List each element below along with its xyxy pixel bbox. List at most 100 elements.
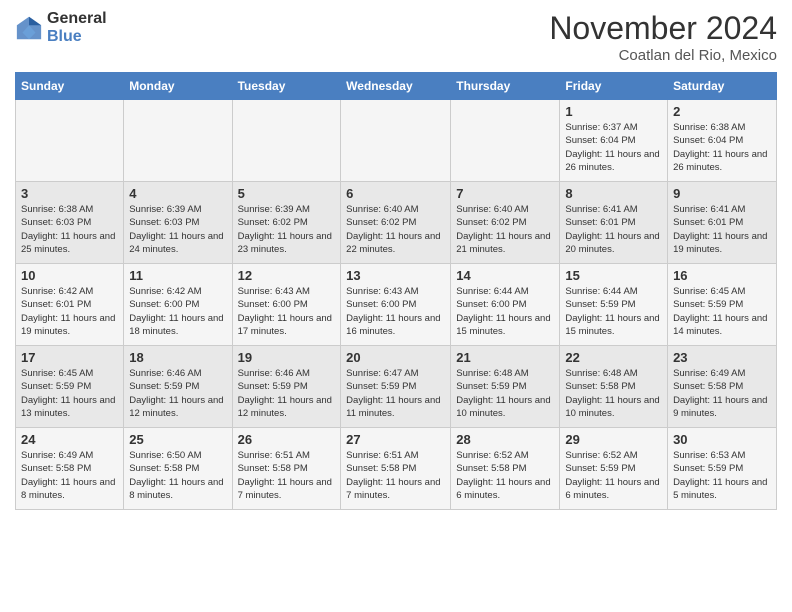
calendar-cell: 1 Sunrise: 6:37 AM Sunset: 6:04 PM Daylig… bbox=[560, 100, 668, 182]
day-number: 7 bbox=[456, 186, 554, 201]
day-info: Sunrise: 6:46 AM Sunset: 5:59 PM Dayligh… bbox=[129, 367, 226, 420]
day-info: Sunrise: 6:39 AM Sunset: 6:03 PM Dayligh… bbox=[129, 203, 226, 256]
day-number: 23 bbox=[673, 350, 771, 365]
calendar-cell: 24 Sunrise: 6:49 AM Sunset: 5:58 PM Dayli… bbox=[16, 428, 124, 510]
day-number: 24 bbox=[21, 432, 118, 447]
calendar-cell: 2 Sunrise: 6:38 AM Sunset: 6:04 PM Daylig… bbox=[668, 100, 777, 182]
day-info: Sunrise: 6:46 AM Sunset: 5:59 PM Dayligh… bbox=[238, 367, 336, 420]
page-container: General Blue November 2024 Coatlan del R… bbox=[0, 0, 792, 520]
calendar-cell bbox=[16, 100, 124, 182]
logo-icon bbox=[15, 14, 43, 42]
day-info: Sunrise: 6:38 AM Sunset: 6:03 PM Dayligh… bbox=[21, 203, 118, 256]
col-wednesday: Wednesday bbox=[341, 73, 451, 100]
day-info: Sunrise: 6:38 AM Sunset: 6:04 PM Dayligh… bbox=[673, 121, 771, 174]
col-tuesday: Tuesday bbox=[232, 73, 341, 100]
page-header: General Blue November 2024 Coatlan del R… bbox=[15, 10, 777, 64]
logo-blue: Blue bbox=[47, 28, 107, 46]
day-number: 22 bbox=[565, 350, 662, 365]
day-number: 6 bbox=[346, 186, 445, 201]
logo-text: General Blue bbox=[47, 10, 107, 45]
day-info: Sunrise: 6:43 AM Sunset: 6:00 PM Dayligh… bbox=[238, 285, 336, 338]
day-info: Sunrise: 6:40 AM Sunset: 6:02 PM Dayligh… bbox=[346, 203, 445, 256]
calendar-cell: 18 Sunrise: 6:46 AM Sunset: 5:59 PM Dayli… bbox=[124, 346, 232, 428]
location: Coatlan del Rio, Mexico bbox=[549, 47, 777, 64]
calendar-cell bbox=[124, 100, 232, 182]
day-info: Sunrise: 6:51 AM Sunset: 5:58 PM Dayligh… bbox=[238, 449, 336, 502]
calendar-cell: 15 Sunrise: 6:44 AM Sunset: 5:59 PM Dayli… bbox=[560, 264, 668, 346]
calendar-cell bbox=[232, 100, 341, 182]
day-info: Sunrise: 6:48 AM Sunset: 5:59 PM Dayligh… bbox=[456, 367, 554, 420]
calendar-cell: 12 Sunrise: 6:43 AM Sunset: 6:00 PM Dayli… bbox=[232, 264, 341, 346]
day-number: 20 bbox=[346, 350, 445, 365]
calendar-table: Sunday Monday Tuesday Wednesday Thursday… bbox=[15, 72, 777, 510]
day-info: Sunrise: 6:47 AM Sunset: 5:59 PM Dayligh… bbox=[346, 367, 445, 420]
calendar-cell: 22Sunrise: 6:48 AM Sunset: 5:58 PM Dayli… bbox=[560, 346, 668, 428]
calendar-cell bbox=[451, 100, 560, 182]
calendar-cell: 27Sunrise: 6:51 AM Sunset: 5:58 PM Dayli… bbox=[341, 428, 451, 510]
calendar-cell: 16 Sunrise: 6:45 AM Sunset: 5:59 PM Dayli… bbox=[668, 264, 777, 346]
calendar-cell bbox=[341, 100, 451, 182]
calendar-week-4: 17 Sunrise: 6:45 AM Sunset: 5:59 PM Dayli… bbox=[16, 346, 777, 428]
calendar-cell: 21 Sunrise: 6:48 AM Sunset: 5:59 PM Dayli… bbox=[451, 346, 560, 428]
calendar-week-2: 3 Sunrise: 6:38 AM Sunset: 6:03 PM Daylig… bbox=[16, 182, 777, 264]
calendar-cell: 23 Sunrise: 6:49 AM Sunset: 5:58 PM Dayli… bbox=[668, 346, 777, 428]
calendar-cell: 10 Sunrise: 6:42 AM Sunset: 6:01 PM Dayli… bbox=[16, 264, 124, 346]
day-number: 19 bbox=[238, 350, 336, 365]
day-info: Sunrise: 6:49 AM Sunset: 5:58 PM Dayligh… bbox=[21, 449, 118, 502]
day-info: Sunrise: 6:52 AM Sunset: 5:59 PM Dayligh… bbox=[565, 449, 662, 502]
day-number: 8 bbox=[565, 186, 662, 201]
day-info: Sunrise: 6:53 AM Sunset: 5:59 PM Dayligh… bbox=[673, 449, 771, 502]
calendar-cell: 5Sunrise: 6:39 AM Sunset: 6:02 PM Daylig… bbox=[232, 182, 341, 264]
calendar-cell: 19 Sunrise: 6:46 AM Sunset: 5:59 PM Dayli… bbox=[232, 346, 341, 428]
day-info: Sunrise: 6:41 AM Sunset: 6:01 PM Dayligh… bbox=[673, 203, 771, 256]
day-info: Sunrise: 6:41 AM Sunset: 6:01 PM Dayligh… bbox=[565, 203, 662, 256]
calendar-week-1: 1 Sunrise: 6:37 AM Sunset: 6:04 PM Daylig… bbox=[16, 100, 777, 182]
day-number: 10 bbox=[21, 268, 118, 283]
calendar-cell: 17 Sunrise: 6:45 AM Sunset: 5:59 PM Dayli… bbox=[16, 346, 124, 428]
calendar-header: Sunday Monday Tuesday Wednesday Thursday… bbox=[16, 73, 777, 100]
day-info: Sunrise: 6:37 AM Sunset: 6:04 PM Dayligh… bbox=[565, 121, 662, 174]
calendar-cell: 25 Sunrise: 6:50 AM Sunset: 5:58 PM Dayli… bbox=[124, 428, 232, 510]
calendar-cell: 20 Sunrise: 6:47 AM Sunset: 5:59 PM Dayli… bbox=[341, 346, 451, 428]
calendar-week-5: 24 Sunrise: 6:49 AM Sunset: 5:58 PM Dayli… bbox=[16, 428, 777, 510]
title-section: November 2024 Coatlan del Rio, Mexico bbox=[549, 10, 777, 64]
calendar-cell: 3 Sunrise: 6:38 AM Sunset: 6:03 PM Daylig… bbox=[16, 182, 124, 264]
col-sunday: Sunday bbox=[16, 73, 124, 100]
day-number: 21 bbox=[456, 350, 554, 365]
calendar-cell: 6 Sunrise: 6:40 AM Sunset: 6:02 PM Daylig… bbox=[341, 182, 451, 264]
month-title: November 2024 bbox=[549, 10, 777, 47]
calendar-cell: 8 Sunrise: 6:41 AM Sunset: 6:01 PM Daylig… bbox=[560, 182, 668, 264]
day-info: Sunrise: 6:45 AM Sunset: 5:59 PM Dayligh… bbox=[21, 367, 118, 420]
logo-general: General bbox=[47, 10, 107, 28]
day-number: 15 bbox=[565, 268, 662, 283]
calendar-cell: 28Sunrise: 6:52 AM Sunset: 5:58 PM Dayli… bbox=[451, 428, 560, 510]
calendar-cell: 11 Sunrise: 6:42 AM Sunset: 6:00 PM Dayli… bbox=[124, 264, 232, 346]
day-number: 11 bbox=[129, 268, 226, 283]
day-number: 29 bbox=[565, 432, 662, 447]
day-number: 12 bbox=[238, 268, 336, 283]
day-number: 18 bbox=[129, 350, 226, 365]
day-number: 25 bbox=[129, 432, 226, 447]
day-info: Sunrise: 6:45 AM Sunset: 5:59 PM Dayligh… bbox=[673, 285, 771, 338]
col-friday: Friday bbox=[560, 73, 668, 100]
day-number: 14 bbox=[456, 268, 554, 283]
day-info: Sunrise: 6:50 AM Sunset: 5:58 PM Dayligh… bbox=[129, 449, 226, 502]
day-number: 28 bbox=[456, 432, 554, 447]
day-number: 4 bbox=[129, 186, 226, 201]
day-info: Sunrise: 6:49 AM Sunset: 5:58 PM Dayligh… bbox=[673, 367, 771, 420]
day-info: Sunrise: 6:42 AM Sunset: 6:00 PM Dayligh… bbox=[129, 285, 226, 338]
day-number: 13 bbox=[346, 268, 445, 283]
day-number: 17 bbox=[21, 350, 118, 365]
col-saturday: Saturday bbox=[668, 73, 777, 100]
day-number: 2 bbox=[673, 104, 771, 119]
day-number: 1 bbox=[565, 104, 662, 119]
day-info: Sunrise: 6:42 AM Sunset: 6:01 PM Dayligh… bbox=[21, 285, 118, 338]
calendar-cell: 9Sunrise: 6:41 AM Sunset: 6:01 PM Daylig… bbox=[668, 182, 777, 264]
header-row: Sunday Monday Tuesday Wednesday Thursday… bbox=[16, 73, 777, 100]
day-number: 3 bbox=[21, 186, 118, 201]
day-number: 5 bbox=[238, 186, 336, 201]
day-number: 26 bbox=[238, 432, 336, 447]
day-info: Sunrise: 6:43 AM Sunset: 6:00 PM Dayligh… bbox=[346, 285, 445, 338]
day-info: Sunrise: 6:44 AM Sunset: 5:59 PM Dayligh… bbox=[565, 285, 662, 338]
day-number: 16 bbox=[673, 268, 771, 283]
